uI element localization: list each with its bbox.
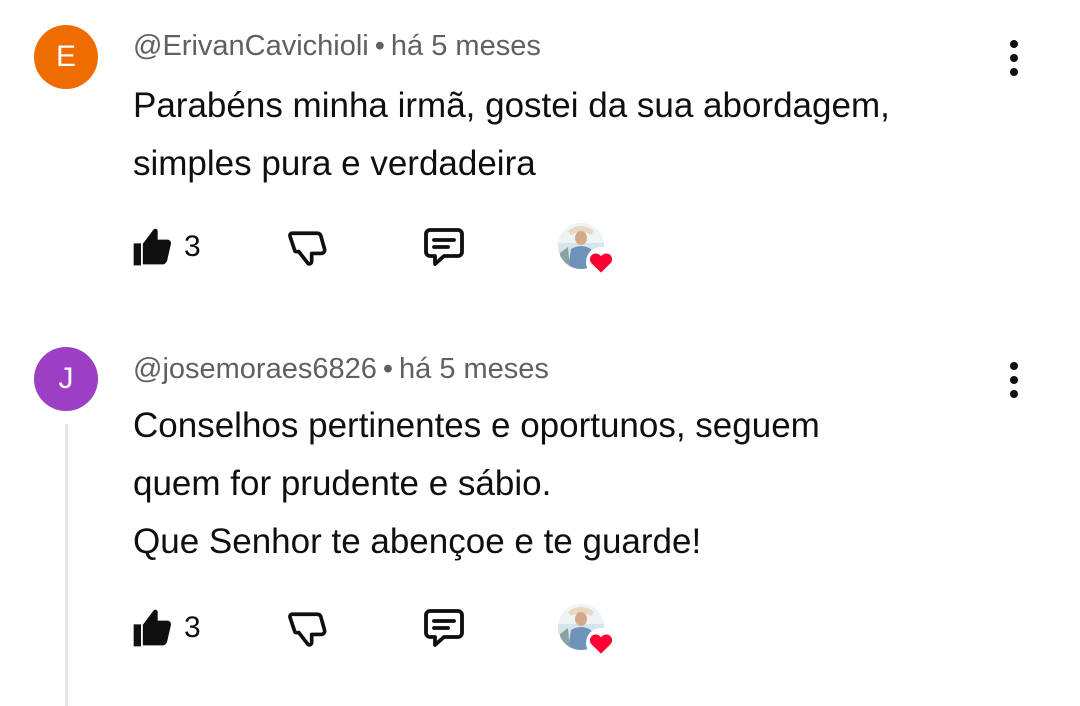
reply-thread-line[interactable] <box>65 424 68 706</box>
avatar[interactable]: J <box>34 347 98 411</box>
comment-meta: @ErivanCavichioli • há 5 meses <box>133 30 541 63</box>
more-vertical-icon <box>1010 40 1018 48</box>
heart-icon <box>586 247 616 277</box>
author-name[interactable]: @ErivanCavichioli <box>133 30 369 62</box>
like-count: 3 <box>184 611 201 644</box>
comment-text-line: Que Senhor te abençoe e te guarde! <box>133 522 702 561</box>
comment-text-line: Conselhos pertinentes e oportunos, segue… <box>133 406 820 445</box>
heart-icon <box>586 628 616 658</box>
thumbs-up-icon <box>133 228 171 266</box>
comment-meta: @josemoraes6826 • há 5 meses <box>133 353 549 386</box>
comment-text-line: quem for prudente e sábio. <box>133 464 552 503</box>
thumbs-up-icon <box>133 609 171 647</box>
reply-button[interactable] <box>420 598 468 658</box>
more-vertical-icon <box>1010 362 1018 370</box>
meta-separator: • <box>374 30 385 62</box>
more-options-button[interactable] <box>998 34 1030 82</box>
reply-icon <box>424 228 464 266</box>
comment-text-line: Parabéns minha irmã, gostei da sua abord… <box>133 86 890 125</box>
creator-heart <box>558 223 618 283</box>
like-count: 3 <box>184 230 201 263</box>
comment-text-line: simples pura e verdadeira <box>133 144 536 183</box>
thumbs-down-icon <box>288 612 327 647</box>
comment-text: Parabéns minha irmã, gostei da sua abord… <box>133 77 1013 193</box>
reply-button[interactable] <box>420 217 468 277</box>
comment-time: há 5 meses <box>390 30 541 62</box>
dislike-button[interactable] <box>286 598 330 658</box>
like-button[interactable]: 3 <box>130 598 201 658</box>
dislike-button[interactable] <box>286 217 330 277</box>
comment-time: há 5 meses <box>399 353 549 385</box>
creator-heart <box>558 604 618 664</box>
reply-icon <box>424 609 464 647</box>
comment-text: Conselhos pertinentes e oportunos, segue… <box>133 397 1013 571</box>
avatar[interactable]: E <box>34 25 98 89</box>
comment-actions: 3 <box>130 598 650 658</box>
meta-separator: • <box>382 353 394 385</box>
author-name[interactable]: @josemoraes6826 <box>133 353 377 385</box>
thumbs-down-icon <box>288 231 327 266</box>
comment-actions: 3 <box>130 217 650 277</box>
like-button[interactable]: 3 <box>130 217 201 277</box>
